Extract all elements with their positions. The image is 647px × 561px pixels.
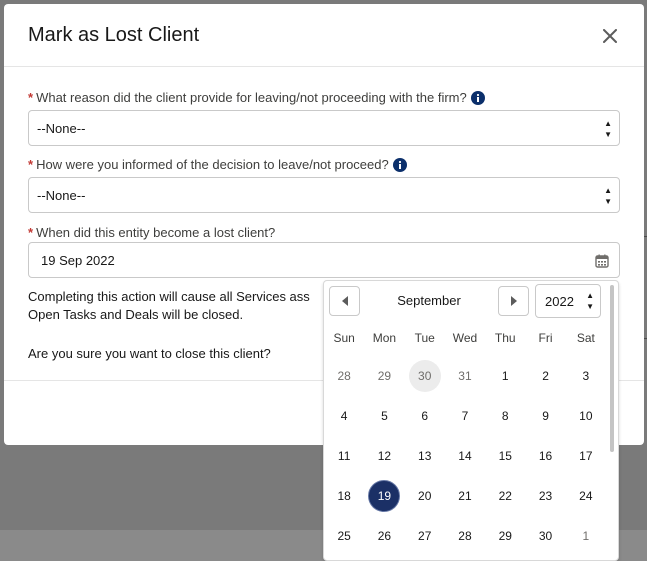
required-marker: *: [28, 90, 34, 105]
reason-select[interactable]: --None-- ▲ ▼: [28, 110, 620, 146]
close-icon: [603, 29, 617, 43]
required-marker: *: [28, 157, 34, 172]
lost-date-value: 19 Sep 2022: [41, 252, 115, 268]
calendar-day[interactable]: 28: [445, 516, 485, 556]
calendar-day[interactable]: 3: [566, 356, 606, 396]
calendar-icon[interactable]: [595, 254, 609, 268]
info-icon[interactable]: [392, 157, 407, 172]
calendar-week: 11 12 13 14 15 16 17: [324, 436, 606, 476]
calendar-day[interactable]: 25: [324, 516, 364, 556]
calendar-day[interactable]: 5: [364, 396, 404, 436]
reason-select-value: --None--: [37, 120, 86, 136]
calendar-week: 4 5 6 7 8 9 10: [324, 396, 606, 436]
weekday-label: Sun: [333, 331, 355, 345]
calendar-day[interactable]: 27: [405, 516, 445, 556]
calendar-day[interactable]: 31: [445, 356, 485, 396]
calendar-day[interactable]: 26: [364, 516, 404, 556]
informed-select-value: --None--: [37, 187, 86, 203]
calendar-day[interactable]: 17: [566, 436, 606, 476]
informed-label-text: How were you informed of the decision to…: [36, 157, 389, 172]
weekday-label: Sat: [576, 331, 595, 345]
calendar-day[interactable]: 29: [485, 516, 525, 556]
calendar-day[interactable]: 13: [405, 436, 445, 476]
scrollbar[interactable]: [610, 285, 614, 452]
calendar-week: 28 29 30 31 1 2 3: [324, 356, 606, 396]
calendar-day[interactable]: 20: [405, 476, 445, 516]
required-marker: *: [28, 225, 34, 240]
reason-label: * What reason did the client provide for…: [28, 90, 485, 105]
confirm-text: Are you sure you want to close this clie…: [28, 346, 271, 361]
calendar-day[interactable]: 6: [405, 396, 445, 436]
calendar-day[interactable]: 8: [485, 396, 525, 436]
calendar-day[interactable]: 21: [445, 476, 485, 516]
calendar-day[interactable]: 11: [324, 436, 364, 476]
calendar-day[interactable]: 28: [324, 356, 364, 396]
calendar-day[interactable]: 15: [485, 436, 525, 476]
calendar-week: 25 26 27 28 29 30 1: [324, 516, 606, 556]
calendar-grid: 28 29 30 31 1 2 3 4 5 6 7 8 9 10 11 12 1…: [324, 356, 606, 556]
informed-select[interactable]: --None-- ▲ ▼: [28, 177, 620, 213]
calendar-day[interactable]: 29: [364, 356, 404, 396]
chevron-left-icon: [341, 296, 348, 306]
weekday-label: Wed: [452, 331, 478, 345]
calendar-day[interactable]: 23: [525, 476, 565, 516]
select-arrows-icon: ▲ ▼: [604, 119, 612, 139]
calendar-day[interactable]: 1: [566, 516, 606, 556]
lost-date-label-text: When did this entity become a lost clien…: [36, 225, 276, 240]
calendar-day[interactable]: 12: [364, 436, 404, 476]
year-select[interactable]: 2022 ▲ ▼: [535, 284, 601, 318]
year-value: 2022: [545, 293, 574, 309]
weekday-label: Fri: [538, 331, 553, 345]
select-arrows-icon: ▲ ▼: [604, 186, 612, 206]
weekday-label: Mon: [372, 331, 397, 345]
date-picker: September 2022 ▲ ▼ Sun Mon Tue Wed Thu Fr…: [323, 280, 619, 561]
calendar-day[interactable]: 9: [525, 396, 565, 436]
weekday-header: Sun Mon Tue Wed Thu Fri Sat: [324, 331, 606, 345]
calendar-day[interactable]: 22: [485, 476, 525, 516]
lost-date-input[interactable]: 19 Sep 2022: [28, 242, 620, 278]
calendar-day[interactable]: 18: [324, 476, 364, 516]
calendar-week: 18 19 20 21 22 23 24: [324, 476, 606, 516]
info-icon[interactable]: [470, 90, 485, 105]
warning-text-line2: Open Tasks and Deals will be closed.: [28, 307, 244, 322]
close-button[interactable]: [600, 26, 620, 46]
select-arrows-icon: ▲ ▼: [586, 291, 594, 311]
calendar-day[interactable]: 30: [525, 516, 565, 556]
calendar-day[interactable]: 1: [485, 356, 525, 396]
chevron-right-icon: [510, 296, 517, 306]
calendar-day[interactable]: 10: [566, 396, 606, 436]
calendar-day-today[interactable]: 30: [405, 356, 445, 396]
month-label: September: [397, 293, 461, 308]
weekday-label: Tue: [414, 331, 435, 345]
reason-label-text: What reason did the client provide for l…: [36, 90, 467, 105]
calendar-day[interactable]: 14: [445, 436, 485, 476]
calendar-day[interactable]: 16: [525, 436, 565, 476]
calendar-day[interactable]: 24: [566, 476, 606, 516]
calendar-day[interactable]: 4: [324, 396, 364, 436]
lost-date-label: * When did this entity become a lost cli…: [28, 225, 275, 240]
warning-text-line1: Completing this action will cause all Se…: [28, 289, 310, 304]
calendar-day[interactable]: 7: [445, 396, 485, 436]
calendar-day-selected[interactable]: 19: [364, 476, 404, 516]
informed-label: * How were you informed of the decision …: [28, 157, 407, 172]
modal-title: Mark as Lost Client: [28, 24, 200, 46]
weekday-label: Thu: [494, 331, 516, 345]
previous-month-button[interactable]: [329, 286, 360, 316]
modal-header: Mark as Lost Client: [4, 4, 644, 67]
calendar-day[interactable]: 2: [525, 356, 565, 396]
next-month-button[interactable]: [498, 286, 529, 316]
